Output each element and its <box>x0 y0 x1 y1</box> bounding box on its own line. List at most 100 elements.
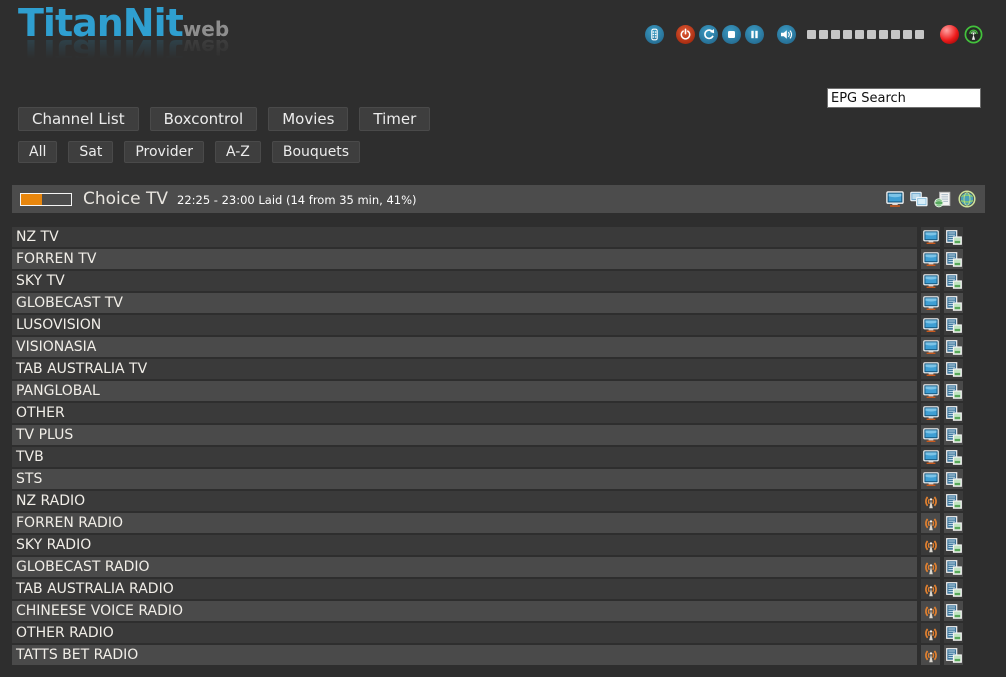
channel-name[interactable]: TVB <box>12 447 917 467</box>
epg-icon-cell[interactable] <box>944 447 963 467</box>
channel-name[interactable]: TV PLUS <box>12 425 917 445</box>
epg-icon-cell[interactable] <box>944 249 963 269</box>
reload-button[interactable] <box>699 25 718 44</box>
radio-icon-cell[interactable] <box>921 623 940 643</box>
tv-icon-cell[interactable] <box>921 293 940 313</box>
tv-icon-cell[interactable] <box>921 403 940 423</box>
volume-segment[interactable] <box>807 30 816 39</box>
epg-list-icon <box>946 582 962 597</box>
filter-provider[interactable]: Provider <box>124 141 204 163</box>
tv-icon-cell[interactable] <box>921 359 940 379</box>
remote-control-button[interactable] <box>645 25 664 44</box>
channel-name[interactable]: TAB AUSTRALIA RADIO <box>12 579 917 599</box>
web-button[interactable] <box>957 189 977 209</box>
epg-icon-cell[interactable] <box>944 469 963 489</box>
epg-icon-cell[interactable] <box>944 425 963 445</box>
epg-icon-cell[interactable] <box>944 271 963 291</box>
power-icon <box>679 28 692 41</box>
volume-segment[interactable] <box>891 30 900 39</box>
volume-segment[interactable] <box>903 30 912 39</box>
tv-zap-button[interactable] <box>885 189 905 209</box>
epg-search-input[interactable] <box>827 88 981 108</box>
tv-icon-cell[interactable] <box>921 381 940 401</box>
tab-channel-list[interactable]: Channel List <box>18 107 139 131</box>
volume-segment[interactable] <box>843 30 852 39</box>
volume-segment[interactable] <box>855 30 864 39</box>
radio-icon-cell[interactable] <box>921 535 940 555</box>
channel-name[interactable]: LUSOVISION <box>12 315 917 335</box>
radio-icon-cell[interactable] <box>921 645 940 665</box>
volume-segment[interactable] <box>831 30 840 39</box>
epg-list-icon <box>946 252 962 267</box>
tab-timer[interactable]: Timer <box>359 107 430 131</box>
channel-name[interactable]: NZ TV <box>12 227 917 247</box>
radio-icon-cell[interactable] <box>921 513 940 533</box>
epg-icon-cell[interactable] <box>944 601 963 621</box>
epg-icon-cell[interactable] <box>944 535 963 555</box>
epg-icon-cell[interactable] <box>944 403 963 423</box>
stop-button[interactable] <box>722 25 741 44</box>
epg-icon-cell[interactable] <box>944 227 963 247</box>
channel-name[interactable]: OTHER <box>12 403 917 423</box>
tv-icon-cell[interactable] <box>921 447 940 467</box>
channel-row: OTHER RADIO <box>12 623 963 643</box>
tv-icon-cell[interactable] <box>921 337 940 357</box>
channel-name[interactable]: GLOBECAST TV <box>12 293 917 313</box>
tv-icon-cell[interactable] <box>921 271 940 291</box>
tv-icon <box>923 318 939 333</box>
epg-icon-cell[interactable] <box>944 315 963 335</box>
tv-icon-cell[interactable] <box>921 249 940 269</box>
tv-icon-cell[interactable] <box>921 315 940 335</box>
filter-all[interactable]: All <box>18 141 57 163</box>
volume-segment[interactable] <box>879 30 888 39</box>
radio-icon-cell[interactable] <box>921 491 940 511</box>
channel-row: PANGLOBAL <box>12 381 963 401</box>
radio-icon-cell[interactable] <box>921 557 940 577</box>
channel-row: VISIONASIA <box>12 337 963 357</box>
channel-name[interactable]: TATTS BET RADIO <box>12 645 917 665</box>
epg-icon-cell[interactable] <box>944 623 963 643</box>
tv-icon-cell[interactable] <box>921 425 940 445</box>
epg-icon-cell[interactable] <box>944 381 963 401</box>
epg-icon-cell[interactable] <box>944 337 963 357</box>
channel-name[interactable]: STS <box>12 469 917 489</box>
filter-bouquets[interactable]: Bouquets <box>272 141 360 163</box>
radio-icon <box>923 516 939 531</box>
radio-icon-cell[interactable] <box>921 579 940 599</box>
tab-movies[interactable]: Movies <box>268 107 348 131</box>
epg-icon-cell[interactable] <box>944 579 963 599</box>
tv-icon-cell[interactable] <box>921 227 940 247</box>
tab-boxcontrol[interactable]: Boxcontrol <box>150 107 258 131</box>
volume-button[interactable] <box>777 25 796 44</box>
channel-name[interactable]: SKY RADIO <box>12 535 917 555</box>
epg-icon-cell[interactable] <box>944 359 963 379</box>
tv-icon-cell[interactable] <box>921 469 940 489</box>
channel-name[interactable]: CHINEESE VOICE RADIO <box>12 601 917 621</box>
channel-name[interactable]: GLOBECAST RADIO <box>12 557 917 577</box>
screens-button[interactable] <box>909 189 929 209</box>
epg-page-button[interactable] <box>933 189 953 209</box>
radio-icon-cell[interactable] <box>921 601 940 621</box>
radio-icon <box>923 648 939 663</box>
channel-name[interactable]: SKY TV <box>12 271 917 291</box>
epg-icon-cell[interactable] <box>944 557 963 577</box>
epg-list-icon <box>946 362 962 377</box>
epg-icon-cell[interactable] <box>944 491 963 511</box>
channel-name[interactable]: OTHER RADIO <box>12 623 917 643</box>
epg-icon-cell[interactable] <box>944 293 963 313</box>
volume-segment[interactable] <box>867 30 876 39</box>
channel-name[interactable]: VISIONASIA <box>12 337 917 357</box>
epg-icon-cell[interactable] <box>944 513 963 533</box>
volume-segment[interactable] <box>819 30 828 39</box>
pause-button[interactable] <box>745 25 764 44</box>
epg-icon-cell[interactable] <box>944 645 963 665</box>
volume-segment[interactable] <box>915 30 924 39</box>
power-button[interactable] <box>676 25 695 44</box>
filter-a-z[interactable]: A-Z <box>215 141 261 163</box>
channel-name[interactable]: FORREN TV <box>12 249 917 269</box>
channel-name[interactable]: TAB AUSTRALIA TV <box>12 359 917 379</box>
filter-sat[interactable]: Sat <box>68 141 113 163</box>
channel-name[interactable]: NZ RADIO <box>12 491 917 511</box>
channel-name[interactable]: FORREN RADIO <box>12 513 917 533</box>
channel-name[interactable]: PANGLOBAL <box>12 381 917 401</box>
